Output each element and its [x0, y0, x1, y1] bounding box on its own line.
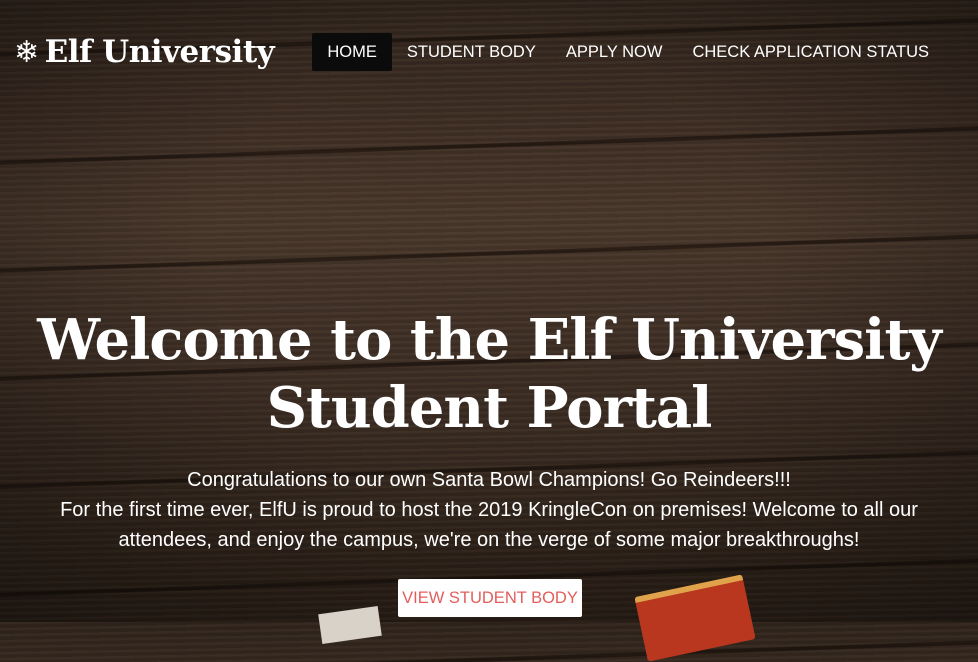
- brand-name: Elf University: [44, 34, 275, 70]
- nav-student-body[interactable]: STUDENT BODY: [392, 33, 551, 71]
- snowflake-icon: ❄: [14, 35, 39, 70]
- hero-title-line-2: Student Portal: [266, 375, 713, 441]
- hero-title: Welcome to the Elf University Student Po…: [0, 306, 978, 442]
- hero-title-line-1: Welcome to the Elf University: [37, 307, 942, 373]
- hero-announcement: Congratulations to our own Santa Bowl Ch…: [40, 465, 938, 555]
- brand-logo[interactable]: ❄ Elf University: [14, 30, 275, 75]
- hero-announcement-line-2: For the first time ever, ElfU is proud t…: [60, 499, 918, 551]
- navbar: ❄ Elf University HOME STUDENT BODY APPLY …: [0, 0, 978, 100]
- view-student-body-button[interactable]: VIEW STUDENT BODY: [398, 579, 582, 617]
- nav-check-application-status[interactable]: CHECK APPLICATION STATUS: [677, 33, 944, 71]
- nav-home[interactable]: HOME: [312, 33, 392, 71]
- hero-announcement-line-1: Congratulations to our own Santa Bowl Ch…: [187, 469, 791, 491]
- main-nav: HOME STUDENT BODY APPLY NOW CHECK APPLIC…: [312, 33, 944, 71]
- nav-apply-now[interactable]: APPLY NOW: [551, 33, 678, 71]
